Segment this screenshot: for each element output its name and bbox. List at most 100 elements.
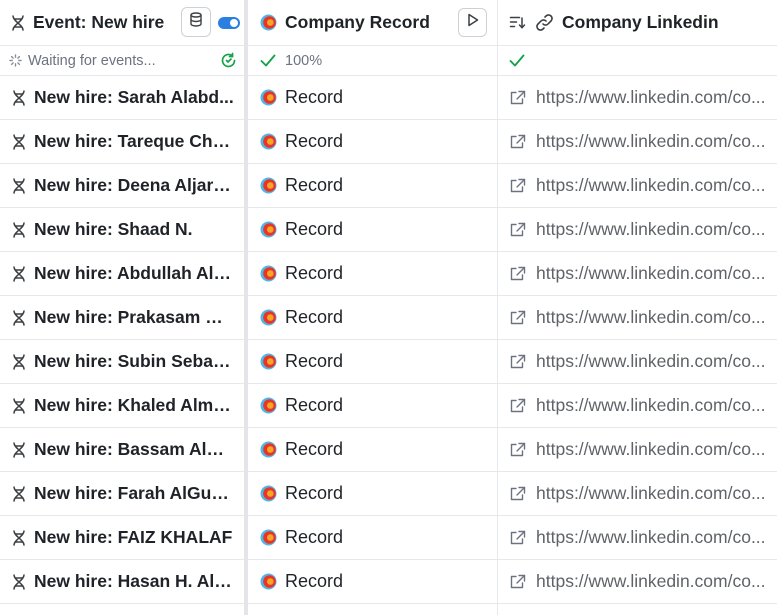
company-linkedin-link[interactable]: https://www.linkedin.com/co...	[536, 439, 766, 460]
company-record-cell[interactable]: Record	[248, 472, 498, 516]
list-filter-icon[interactable]	[509, 15, 527, 31]
company-linkedin-column: Company Linkedin https://www.linkedin.co…	[498, 0, 777, 615]
company-linkedin-header[interactable]: Company Linkedin	[498, 0, 777, 46]
company-linkedin-link[interactable]: https://www.linkedin.com/co...	[536, 571, 766, 592]
link-icon	[535, 13, 554, 32]
company-record-cell-text: Record	[285, 395, 344, 415]
external-link-icon[interactable]	[510, 530, 526, 546]
company-linkedin-cell[interactable]: https://www.linkedin.com/co...	[498, 340, 777, 384]
event-cell[interactable]: New hire: Prakasam Ko...	[0, 296, 244, 340]
event-cell-text: New hire: Shaad N.	[34, 219, 193, 239]
external-link-icon[interactable]	[510, 134, 526, 150]
company-record-cell-text: Record	[285, 307, 344, 327]
external-link-icon[interactable]	[510, 310, 526, 326]
company-record-cell[interactable]: Record	[248, 164, 498, 208]
dna-icon	[10, 441, 28, 459]
event-cell[interactable]: New hire: Farah AlGusa...	[0, 472, 244, 516]
company-linkedin-link[interactable]: https://www.linkedin.com/co...	[536, 219, 766, 240]
event-cell[interactable]: New hire: Bassam Alm...	[0, 428, 244, 472]
company-linkedin-cell[interactable]: https://www.linkedin.com/co...	[498, 76, 777, 120]
external-link-icon[interactable]	[510, 574, 526, 590]
company-record-cell[interactable]: Record	[248, 516, 498, 560]
company-record-cell[interactable]: Record	[248, 208, 498, 252]
database-icon	[189, 12, 203, 32]
company-linkedin-link[interactable]: https://www.linkedin.com/co...	[536, 395, 766, 416]
company-record-cell-text: Record	[285, 483, 344, 503]
dna-icon	[10, 133, 28, 151]
company-record-cell[interactable]: Record	[248, 76, 498, 120]
company-record-cell-text: Record	[285, 571, 344, 591]
external-link-icon[interactable]	[510, 90, 526, 106]
company-logo-icon	[260, 265, 277, 282]
company-record-cell[interactable]: Record	[248, 120, 498, 164]
company-linkedin-cell[interactable]: https://www.linkedin.com/co...	[498, 120, 777, 164]
company-linkedin-link[interactable]: https://www.linkedin.com/co...	[536, 175, 766, 196]
company-record-title: Company Record	[285, 12, 430, 32]
company-logo-icon	[260, 485, 277, 502]
company-linkedin-cell[interactable]: https://www.linkedin.com/co...	[498, 472, 777, 516]
company-linkedin-cell[interactable]: https://www.linkedin.com/co...	[498, 164, 777, 208]
company-logo-icon	[260, 573, 277, 590]
company-linkedin-cell[interactable]: https://www.linkedin.com/co...	[498, 516, 777, 560]
event-cell[interactable]: New hire: Khaled Almu...	[0, 384, 244, 428]
company-linkedin-link[interactable]: https://www.linkedin.com/co...	[536, 351, 766, 372]
dna-icon	[10, 485, 28, 503]
event-cell[interactable]: New hire: Shaad N.	[0, 208, 244, 252]
event-cell[interactable]: New hire: Tareque Cho...	[0, 120, 244, 164]
company-status-row: 100%	[248, 46, 498, 76]
company-linkedin-link[interactable]: https://www.linkedin.com/co...	[536, 131, 766, 152]
company-linkedin-cell[interactable]: https://www.linkedin.com/co...	[498, 208, 777, 252]
company-logo-icon	[260, 309, 277, 326]
company-record-cell[interactable]: Record	[248, 384, 498, 428]
company-linkedin-link[interactable]: https://www.linkedin.com/co...	[536, 87, 766, 108]
company-record-cell[interactable]: Record	[248, 296, 498, 340]
company-linkedin-cell[interactable]: https://www.linkedin.com/co...	[498, 384, 777, 428]
dna-icon	[10, 177, 28, 195]
toggle-on-icon[interactable]	[218, 17, 240, 29]
company-linkedin-cell[interactable]: https://www.linkedin.com/co...	[498, 296, 777, 340]
external-link-icon[interactable]	[510, 178, 526, 194]
run-column-button[interactable]	[458, 8, 487, 37]
dna-icon	[10, 573, 28, 591]
event-cell-text: New hire: Khaled Almu...	[34, 395, 234, 415]
company-linkedin-cell[interactable]: https://www.linkedin.com/co...	[498, 252, 777, 296]
play-icon	[467, 13, 479, 32]
event-cell[interactable]: New hire: Subin Sebast...	[0, 340, 244, 384]
company-linkedin-link[interactable]: https://www.linkedin.com/co...	[536, 263, 766, 284]
external-link-icon[interactable]	[510, 266, 526, 282]
event-cell[interactable]: New hire: Hasan H. Aln...	[0, 560, 244, 604]
linkedin-status-row	[498, 46, 777, 76]
event-status-text: Waiting for events...	[28, 52, 156, 69]
event-column-title: Event: New hire	[33, 12, 165, 32]
company-linkedin-link[interactable]: https://www.linkedin.com/co...	[536, 483, 766, 504]
company-linkedin-cell[interactable]: https://www.linkedin.com/co...	[498, 428, 777, 472]
external-link-icon[interactable]	[510, 354, 526, 370]
company-record-cell[interactable]: Record	[248, 428, 498, 472]
external-link-icon[interactable]	[510, 442, 526, 458]
refresh-icon[interactable]	[220, 52, 237, 69]
external-link-icon[interactable]	[510, 222, 526, 238]
company-record-cell-text: Record	[285, 263, 344, 283]
company-linkedin-cell[interactable]: https://www.linkedin.com/co...	[498, 560, 777, 604]
company-record-cell-text: Record	[285, 439, 344, 459]
company-record-cell[interactable]: Record	[248, 560, 498, 604]
company-linkedin-link[interactable]: https://www.linkedin.com/co...	[536, 527, 766, 548]
company-record-cell-text: Record	[285, 527, 344, 547]
company-linkedin-link[interactable]: https://www.linkedin.com/co...	[536, 307, 766, 328]
company-record-cell[interactable]: Record	[248, 252, 498, 296]
event-cell[interactable]: New hire: FAIZ KHALAF	[0, 516, 244, 560]
external-link-icon[interactable]	[510, 486, 526, 502]
external-link-icon[interactable]	[510, 398, 526, 414]
company-record-cell[interactable]: Record	[248, 340, 498, 384]
dna-icon	[10, 265, 28, 283]
event-cell-text: New hire: Hasan H. Aln...	[34, 571, 234, 591]
dna-icon	[10, 221, 28, 239]
check-icon	[260, 54, 276, 67]
event-cell[interactable]: New hire: Abdullah Als...	[0, 252, 244, 296]
event-cell[interactable]: New hire: Deena Aljara...	[0, 164, 244, 208]
spinner-icon	[9, 54, 22, 67]
event-cell[interactable]: New hire: Sarah Alabd...	[0, 76, 244, 120]
database-button[interactable]	[181, 7, 211, 37]
dna-icon	[10, 529, 28, 547]
event-cell-text: New hire: Prakasam Ko...	[34, 307, 234, 327]
